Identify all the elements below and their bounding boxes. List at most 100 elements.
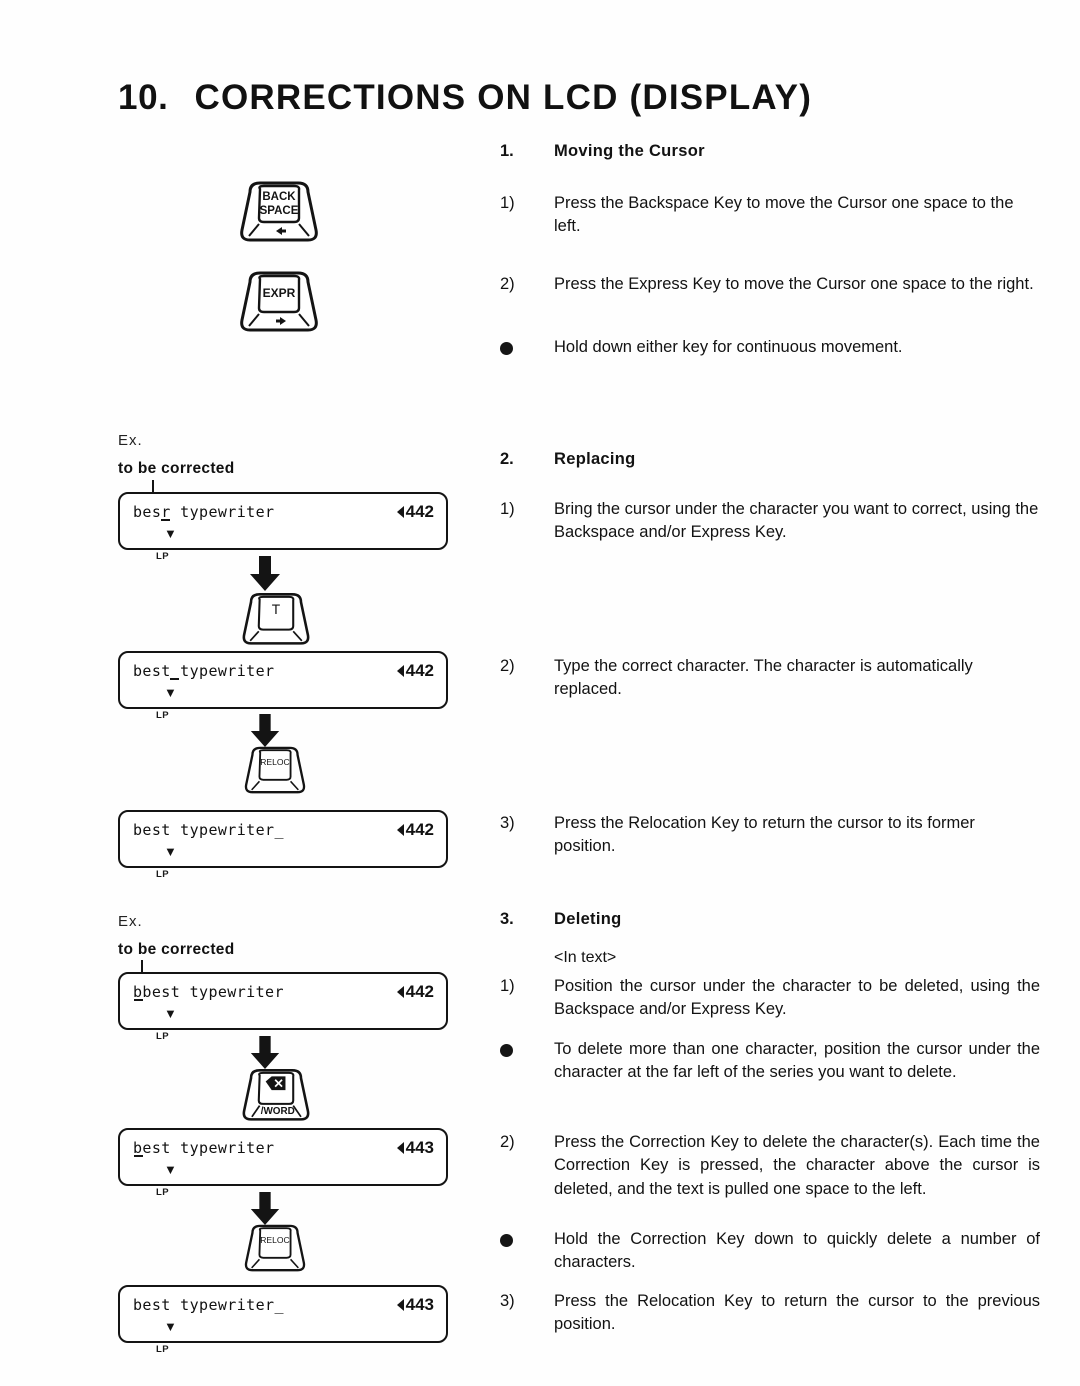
list-item-marker: 2) xyxy=(500,1133,515,1151)
lcd-position-marker: ▼ xyxy=(164,844,177,859)
lcd-cursor xyxy=(170,678,179,680)
example-caption: to be corrected xyxy=(118,941,235,958)
list-item: 1) Press the Backspace Key to move the C… xyxy=(500,192,1040,239)
list-item-marker: 2) xyxy=(500,275,515,293)
backspace-key-line1: BACK xyxy=(262,191,296,203)
list-item-marker: 1) xyxy=(500,194,515,212)
list-item-text: Hold down either key for continuous move… xyxy=(554,338,903,356)
list-item: 1) Position the cursor under the charact… xyxy=(500,975,1040,1022)
lcd-counter: 442 xyxy=(396,820,434,840)
lcd-display: best typewriter_ 442 ▼ xyxy=(118,810,448,868)
list-item: 3) Press the Relocation Key to return th… xyxy=(500,1290,1040,1337)
lcd-counter-value: 443 xyxy=(405,1295,434,1314)
list-item: 2) Type the correct character. The chara… xyxy=(500,655,1040,702)
lcd-text: best typewriter xyxy=(133,662,275,680)
list-item-marker: 3) xyxy=(500,814,515,832)
list-item: Hold down either key for continuous move… xyxy=(500,336,1040,362)
list-item-marker: 2) xyxy=(500,657,515,675)
list-item: 2) Press the Express Key to move the Cur… xyxy=(500,273,1040,296)
letter-t-key-illustration: T xyxy=(238,590,314,657)
lcd-text: best typewriter_ xyxy=(133,821,284,839)
lcd-counter-value: 443 xyxy=(405,1138,434,1157)
list-item-text: Press the Relocation Key to return the c… xyxy=(554,1292,1040,1334)
relocation-key-illustration: RELOC xyxy=(238,744,312,805)
lp-label: LP xyxy=(156,710,170,721)
example-label: Ex. xyxy=(118,913,143,930)
section-title: Moving the Cursor xyxy=(554,142,705,160)
down-arrow-icon xyxy=(248,714,282,748)
left-triangle-icon xyxy=(396,506,404,518)
left-triangle-icon xyxy=(396,1299,404,1311)
relocation-key-label: RELOC xyxy=(260,757,289,767)
list-item-text: Press the Correction Key to delete the c… xyxy=(554,1133,1040,1198)
page-title-number: 10. xyxy=(118,78,169,117)
list-item-text: Position the cursor under the character … xyxy=(554,977,1040,1019)
list-item-text: Type the correct character. The characte… xyxy=(554,657,973,699)
lp-label: LP xyxy=(156,1187,170,1198)
lcd-position-marker: ▼ xyxy=(164,526,177,541)
down-arrow-icon xyxy=(248,1192,282,1226)
lcd-position-marker: ▼ xyxy=(164,1319,177,1334)
express-key-illustration: EXPR xyxy=(236,268,322,345)
page-title: 10. CORRECTIONS ON LCD (DISPLAY) xyxy=(118,78,898,118)
lcd-cursor xyxy=(134,1155,143,1157)
list-item-bullet xyxy=(500,1228,554,1254)
down-arrow-icon xyxy=(248,1036,282,1070)
backspace-key-line2: SPACE xyxy=(260,205,299,217)
bullet-dot xyxy=(500,1044,513,1057)
letter-t-key-label: T xyxy=(272,602,281,617)
list-item-text: Hold the Correction Key down to quickly … xyxy=(554,1230,1040,1272)
lcd-display: best typewriter_ 443 ▼ xyxy=(118,1285,448,1343)
backspace-key-illustration: BACK SPACE xyxy=(236,178,322,255)
section-number: 2. xyxy=(500,450,514,468)
section-heading: 3. Deleting xyxy=(500,910,1040,929)
lcd-text: best typewriter_ xyxy=(133,1296,284,1314)
list-item-text: Press the Relocation Key to return the c… xyxy=(554,814,975,856)
lcd-counter-value: 442 xyxy=(405,982,434,1001)
lcd-display: bbest typewriter 442 ▼ xyxy=(118,972,448,1030)
list-item-text: Press the Backspace Key to move the Curs… xyxy=(554,194,1014,236)
section-moving-the-cursor: 1. Moving the Cursor xyxy=(500,142,1040,161)
lp-label: LP xyxy=(156,551,170,562)
list-item: 3) Press the Relocation Key to return th… xyxy=(500,812,1040,859)
list-item-text: To delete more than one character, posit… xyxy=(554,1040,1040,1082)
list-item-marker: 1) xyxy=(500,977,515,995)
section-number: 3. xyxy=(500,910,514,928)
correction-key-sublabel: /WORD xyxy=(261,1106,295,1117)
relocation-key-illustration: RELOC xyxy=(238,1222,312,1283)
lcd-counter-value: 442 xyxy=(405,661,434,680)
lcd-position-marker: ▼ xyxy=(164,1006,177,1021)
document-page: 10. CORRECTIONS ON LCD (DISPLAY) BACK SP… xyxy=(0,0,1080,1386)
lcd-counter: 443 xyxy=(396,1295,434,1315)
lp-label: LP xyxy=(156,869,170,880)
example-label: Ex. xyxy=(118,432,143,449)
section-replacing: 2. Replacing xyxy=(500,450,1040,469)
list-item: To delete more than one character, posit… xyxy=(500,1038,1040,1085)
relocation-key-label: RELOC xyxy=(260,1235,289,1245)
lcd-position-marker: ▼ xyxy=(164,1162,177,1177)
express-key-label: EXPR xyxy=(263,286,296,300)
lcd-counter-value: 442 xyxy=(405,502,434,521)
example-caption: to be corrected xyxy=(118,460,235,477)
lcd-counter: 442 xyxy=(396,982,434,1002)
section-number: 1. xyxy=(500,142,514,160)
list-item-bullet xyxy=(500,1038,554,1064)
left-triangle-icon xyxy=(396,986,404,998)
lp-label: LP xyxy=(156,1031,170,1042)
lcd-text: best typewriter xyxy=(133,1139,275,1157)
lcd-display: best typewriter 442 ▼ xyxy=(118,651,448,709)
list-item-bullet xyxy=(500,336,554,362)
section-heading: 2. Replacing xyxy=(500,450,1040,469)
left-triangle-icon xyxy=(396,824,404,836)
list-item-marker: 1) xyxy=(500,500,515,518)
lcd-display: best typewriter 443 ▼ xyxy=(118,1128,448,1186)
section-title: Replacing xyxy=(554,450,636,468)
down-arrow-icon xyxy=(248,556,282,592)
lcd-cursor xyxy=(134,999,143,1001)
list-item: 1) Bring the cursor under the character … xyxy=(500,498,1040,545)
lcd-cursor xyxy=(161,519,170,521)
page-title-text: CORRECTIONS ON LCD (DISPLAY) xyxy=(194,78,813,117)
list-item-text: Bring the cursor under the character you… xyxy=(554,500,1039,542)
lcd-counter-value: 442 xyxy=(405,820,434,839)
list-item: Hold the Correction Key down to quickly … xyxy=(500,1228,1040,1275)
